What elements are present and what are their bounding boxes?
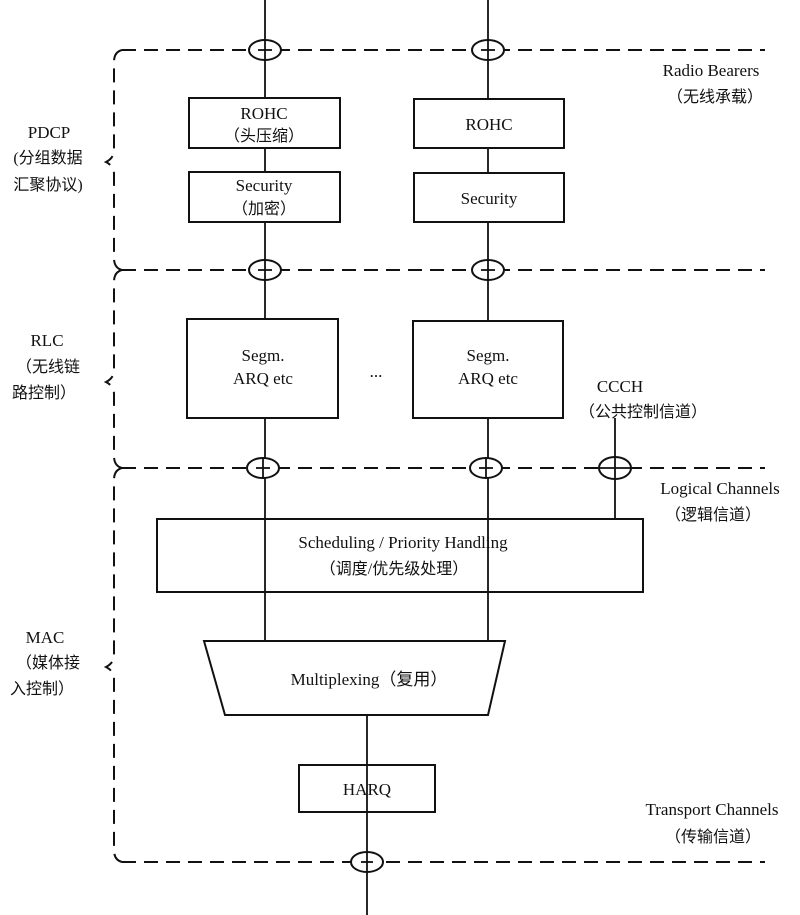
security-block-right: Security [413,172,565,223]
security-right-title: Security [461,189,518,208]
more-bearers-ellipsis: ... [370,362,383,381]
harq-title: HARQ [343,780,391,799]
rlc-brace [103,269,123,469]
rlc-desc-line1: （无线链 [16,358,80,376]
transport-channels-name: Transport Channels [645,800,778,819]
segm-right-line1: Segm. [467,346,510,365]
radio-bearers-name: Radio Bearers [663,61,760,80]
segm-left-line1: Segm. [242,346,285,365]
logical-channels-name: Logical Channels [660,479,779,498]
rlc-name: RLC [30,331,63,350]
multiplexing-block: Multiplexing（复用） [202,640,507,716]
transport-channels-desc: （传输信道） [665,828,761,846]
scheduling-title: Scheduling / Priority Handling [298,533,508,552]
ccch-label: CCCH [597,377,643,396]
channel-label-transport-channels: Transport Channels （传输信道） [645,800,778,846]
segm-right-line2: ARQ etc [458,369,518,388]
rohc-left-desc: （头压缩） [224,127,304,145]
pdcp-brace [103,49,123,271]
segm-arq-block-left: Segm. ARQ etc [186,318,339,419]
rlc-desc-line2: 路控制） [12,384,76,402]
scheduling-desc: （调度/优先级处理） [320,560,468,578]
segm-arq-block-right: Segm. ARQ etc [412,320,564,419]
pdcp-desc-line1: (分组数据 [13,149,82,167]
scheduling-block: Scheduling / Priority Handling （调度/优先级处理… [156,518,644,593]
security-left-title: Security [236,176,293,195]
pdcp-desc-line2: 汇聚协议) [13,176,82,194]
multiplexing-title: Multiplexing（复用） [291,670,448,689]
channel-label-logical-channels: Logical Channels （逻辑信道） [660,479,779,524]
mac-brace [103,467,123,863]
segm-left-line2: ARQ etc [233,369,293,388]
security-left-desc: （加密） [232,200,296,218]
rohc-block-left: ROHC （头压缩） [188,97,341,149]
logical-channels-desc: （逻辑信道） [665,506,761,524]
layer-label-mac: MAC （媒体接 入控制） [10,628,80,698]
ccch-desc: （公共控制信道） [579,403,707,421]
channel-label-radio-bearers: Radio Bearers （无线承载） [663,61,763,106]
mac-desc-line1: （媒体接 [16,654,80,672]
security-block-left: Security （加密） [188,171,341,223]
layer-label-rlc: RLC （无线链 路控制） [12,331,80,402]
lte-protocol-stack-diagram: ROHC （头压缩） ROHC Security （加密） Security S… [10,0,780,915]
mac-desc-line2: 入控制） [10,680,74,698]
radio-bearers-desc: （无线承载） [667,88,763,106]
pdcp-name: PDCP [28,123,71,142]
rohc-left-title: ROHC [240,104,287,123]
mac-name: MAC [26,628,65,647]
rohc-block-right: ROHC [413,98,565,149]
layer-label-pdcp: PDCP (分组数据 汇聚协议) [13,123,82,194]
sap-ellipses [246,39,632,873]
harq-block: HARQ [298,764,436,813]
rohc-right-title: ROHC [465,115,512,134]
